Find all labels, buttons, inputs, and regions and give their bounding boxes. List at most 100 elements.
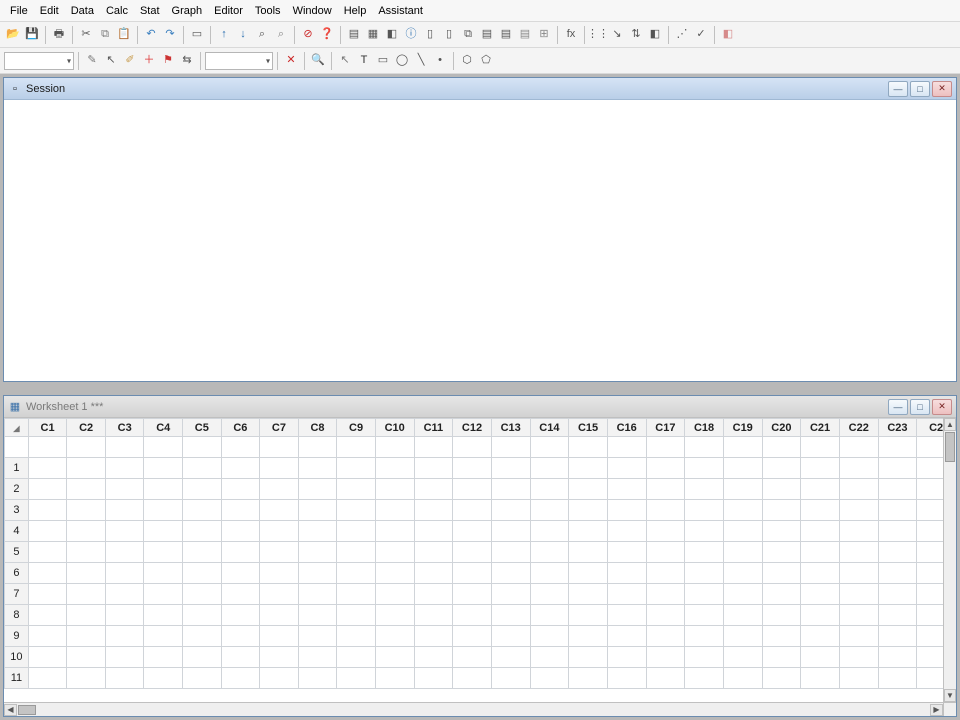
cell[interactable] [646, 647, 685, 668]
cell[interactable] [801, 521, 840, 542]
cell[interactable] [221, 668, 260, 689]
maximize-button[interactable]: □ [910, 81, 930, 97]
cell[interactable] [685, 542, 724, 563]
cell[interactable] [839, 647, 878, 668]
column-name-cell[interactable] [878, 437, 917, 458]
project-manager-icon[interactable]: ▤ [479, 27, 495, 43]
cell[interactable] [530, 647, 569, 668]
cell[interactable] [491, 458, 530, 479]
minimize-button[interactable]: — [888, 399, 908, 415]
cell[interactable] [839, 521, 878, 542]
arrow-up-icon[interactable]: ↑ [216, 27, 232, 43]
find-icon[interactable]: ⌕ [254, 27, 270, 43]
cell[interactable] [801, 563, 840, 584]
menu-stat[interactable]: Stat [134, 3, 166, 19]
cell[interactable] [221, 563, 260, 584]
cell[interactable] [839, 584, 878, 605]
cell[interactable] [607, 479, 646, 500]
cell[interactable] [453, 563, 492, 584]
undo-icon[interactable]: ↶ [143, 27, 159, 43]
cell[interactable] [144, 521, 183, 542]
text-tool-icon[interactable]: T [356, 53, 372, 69]
flag-icon[interactable]: ⚑ [160, 53, 176, 69]
cell[interactable] [298, 542, 337, 563]
column-name-cell[interactable] [453, 437, 492, 458]
cell[interactable] [67, 542, 106, 563]
column-header[interactable]: C11 [414, 419, 453, 437]
cell[interactable] [144, 605, 183, 626]
stat-doe-icon[interactable]: ◧ [647, 27, 663, 43]
column-name-cell[interactable] [762, 437, 801, 458]
row-header[interactable]: 7 [5, 584, 29, 605]
maximize-button[interactable]: □ [910, 399, 930, 415]
graph-edit-combo[interactable]: ▾ [205, 52, 273, 70]
row-header[interactable]: 3 [5, 500, 29, 521]
column-header[interactable]: C13 [491, 419, 530, 437]
cell[interactable] [839, 605, 878, 626]
vertical-scroll-thumb[interactable] [945, 432, 955, 462]
column-name-cell[interactable] [67, 437, 106, 458]
cell[interactable] [762, 668, 801, 689]
show-worksheets-icon[interactable]: ▦ [365, 27, 381, 43]
cell[interactable] [646, 626, 685, 647]
cell[interactable] [337, 563, 376, 584]
column-header[interactable]: C6 [221, 419, 260, 437]
cell[interactable] [878, 458, 917, 479]
row-header[interactable] [5, 437, 29, 458]
cell[interactable] [685, 479, 724, 500]
cell[interactable] [414, 563, 453, 584]
column-header[interactable]: C8 [298, 419, 337, 437]
cell[interactable] [28, 626, 67, 647]
cell[interactable] [260, 542, 299, 563]
cell[interactable] [569, 521, 608, 542]
column-name-cell[interactable] [260, 437, 299, 458]
cell[interactable] [28, 542, 67, 563]
cell[interactable] [646, 542, 685, 563]
cell[interactable] [530, 626, 569, 647]
column-name-cell[interactable] [607, 437, 646, 458]
cell[interactable] [685, 521, 724, 542]
cell[interactable] [569, 605, 608, 626]
cell[interactable] [183, 584, 222, 605]
cell[interactable] [530, 563, 569, 584]
column-header[interactable]: C3 [105, 419, 144, 437]
cell[interactable] [491, 542, 530, 563]
cell[interactable] [183, 626, 222, 647]
row-header[interactable]: 11 [5, 668, 29, 689]
cell[interactable] [569, 584, 608, 605]
cell[interactable] [723, 542, 762, 563]
chart-line-icon[interactable]: ✓ [693, 27, 709, 43]
cell[interactable] [414, 668, 453, 689]
menu-graph[interactable]: Graph [166, 3, 209, 19]
polygon-tool-icon[interactable]: ⬠ [478, 53, 494, 69]
cell[interactable] [530, 521, 569, 542]
show-reportpad-icon[interactable]: ▯ [441, 27, 457, 43]
cell[interactable] [298, 605, 337, 626]
cell[interactable] [723, 605, 762, 626]
cell[interactable] [144, 647, 183, 668]
cell[interactable] [337, 521, 376, 542]
cell[interactable] [337, 479, 376, 500]
row-header[interactable]: 4 [5, 521, 29, 542]
cell[interactable] [569, 647, 608, 668]
column-name-cell[interactable] [221, 437, 260, 458]
menu-calc[interactable]: Calc [100, 3, 134, 19]
chart-scatter-icon[interactable]: ⋰ [674, 27, 690, 43]
cell[interactable] [801, 626, 840, 647]
minimize-button[interactable]: — [888, 81, 908, 97]
column-name-cell[interactable] [144, 437, 183, 458]
cell[interactable] [685, 458, 724, 479]
cell[interactable] [375, 563, 414, 584]
session-body[interactable] [4, 100, 956, 381]
cell[interactable] [569, 458, 608, 479]
worksheet-grid[interactable]: ◢C1C2C3C4C5C6C7C8C9C10C11C12C13C14C15C16… [4, 418, 956, 702]
column-header[interactable]: C1 [28, 419, 67, 437]
cell[interactable] [414, 626, 453, 647]
cell[interactable] [337, 668, 376, 689]
menu-tools[interactable]: Tools [249, 3, 287, 19]
cell[interactable] [839, 542, 878, 563]
cell[interactable] [801, 479, 840, 500]
cell[interactable] [723, 563, 762, 584]
cell[interactable] [221, 626, 260, 647]
cell[interactable] [183, 605, 222, 626]
